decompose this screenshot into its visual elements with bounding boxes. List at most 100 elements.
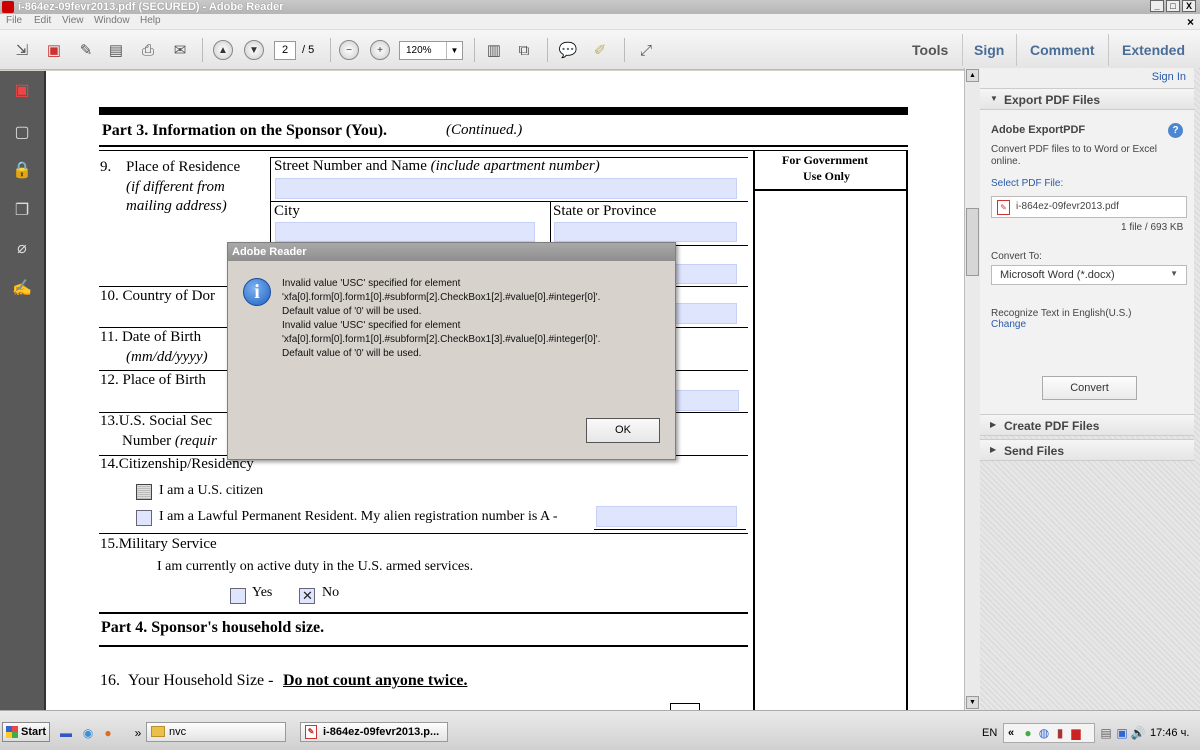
show-desktop-icon[interactable]: ▬ — [58, 725, 74, 741]
us-citizen-label: I am a U.S. citizen — [159, 483, 264, 498]
scroll-up-icon[interactable]: ▲ — [966, 69, 979, 82]
highlight-icon[interactable]: ✐ — [590, 40, 610, 60]
layers-icon[interactable]: ❐ — [11, 199, 33, 221]
tray-app-icon[interactable]: ● — [1020, 725, 1036, 741]
tray-flag-icon[interactable]: ▮ — [1052, 725, 1068, 741]
start-button[interactable]: Start — [2, 722, 50, 742]
windows-logo-icon — [6, 726, 18, 738]
comment-icon[interactable]: 💬 — [558, 40, 578, 60]
selected-file[interactable]: ✎ i-864ez-09fevr2013.pdf — [991, 196, 1187, 218]
fit-width-icon[interactable]: ⧉ — [514, 40, 534, 60]
scroll-down-icon[interactable]: ▼ — [966, 696, 979, 709]
sign-in-link[interactable]: Sign In — [980, 68, 1194, 88]
maximize-button[interactable]: □ — [1166, 0, 1180, 12]
tab-extended[interactable]: Extended — [1122, 42, 1185, 58]
tray-chevron[interactable]: « — [1008, 727, 1014, 739]
minimize-button[interactable]: _ — [1150, 0, 1164, 12]
part3-heading: Part 3. Information on the Sponsor (You)… — [102, 122, 388, 139]
quicklaunch-chevron[interactable]: » — [130, 725, 146, 741]
q13-label: 13.U.S. Social Sec — [100, 413, 213, 429]
send-files-header[interactable]: ▶ Send Files — [980, 439, 1194, 461]
change-language-link[interactable]: Change — [991, 319, 1026, 330]
us-citizen-checkbox[interactable] — [136, 484, 152, 500]
signature-icon[interactable]: ✍ — [11, 277, 33, 299]
save-icon[interactable]: ▤ — [106, 40, 126, 60]
file-count: 1 file / 693 KB — [1121, 222, 1184, 233]
page-number-input[interactable]: 2 — [274, 41, 296, 60]
tray-network-status-icon[interactable]: ▣ — [1114, 725, 1130, 741]
lock-icon[interactable]: 🔒 — [11, 159, 33, 181]
state-input[interactable] — [554, 222, 737, 242]
language-indicator[interactable]: EN — [982, 727, 997, 739]
city-input[interactable] — [275, 222, 535, 242]
edit-icon[interactable]: ✎ — [76, 40, 96, 60]
street-input[interactable] — [275, 178, 737, 199]
tray-device-icon[interactable]: ▤ — [1098, 725, 1114, 741]
menu-edit[interactable]: Edit — [34, 15, 51, 26]
dialog-title[interactable]: Adobe Reader — [228, 243, 675, 261]
menu-help[interactable]: Help — [140, 15, 161, 26]
export-pdf-title: Export PDF Files — [1004, 93, 1101, 107]
create-pdf-header[interactable]: ▶ Create PDF Files — [980, 414, 1194, 436]
previous-page-icon[interactable]: ▲ — [213, 40, 233, 60]
menu-window[interactable]: Window — [94, 15, 130, 26]
tray-network-icon[interactable]: ◍ — [1036, 725, 1052, 741]
military-no-checkbox[interactable] — [299, 588, 315, 604]
q9-sublabel: (if different from — [126, 179, 225, 195]
military-no-label: No — [322, 585, 340, 600]
browser-icon[interactable]: ◉ — [80, 725, 96, 741]
convert-format-select[interactable]: Microsoft Word (*.docx) ▼ — [991, 265, 1187, 285]
menu-file[interactable]: File — [6, 15, 22, 26]
dialog-message-line: Default value of '0' will be used. — [282, 348, 422, 359]
military-yes-checkbox[interactable] — [230, 588, 246, 604]
alien-number-input[interactable] — [596, 506, 737, 527]
zoom-select[interactable]: 120% ▼ — [399, 41, 463, 60]
zoom-out-icon[interactable]: − — [339, 40, 359, 60]
expand-icon[interactable]: ⤢ — [636, 40, 656, 60]
gov-use-rule — [753, 189, 908, 191]
create-pdf-red-icon[interactable]: ▣ — [44, 40, 64, 60]
select-file-label: Select PDF File: — [991, 178, 1064, 189]
tab-tools[interactable]: Tools — [912, 42, 948, 58]
firefox-icon[interactable]: ● — [100, 725, 116, 741]
page-thumbnails-icon[interactable]: ▢ — [11, 121, 33, 143]
ok-button[interactable]: OK — [586, 418, 660, 443]
pdf-icon: ✎ — [305, 725, 317, 739]
export-pdf-header[interactable]: ▼ Export PDF Files — [980, 88, 1194, 110]
clock[interactable]: 17:46 ч. — [1150, 727, 1189, 739]
vertical-scrollbar[interactable]: ▲ ▼ — [964, 68, 980, 710]
attachment-icon[interactable]: ⌀ — [11, 237, 33, 259]
chevron-down-icon: ▼ — [1170, 269, 1178, 278]
taskbar-item-pdf[interactable]: ✎ i-864ez-09fevr2013.p... — [300, 722, 448, 742]
next-page-icon[interactable]: ▼ — [244, 40, 264, 60]
scroll-thumb[interactable] — [966, 208, 979, 276]
toolbar-divider — [474, 38, 475, 62]
zoom-value: 120% — [406, 45, 432, 56]
taskbar-item-folder[interactable]: nvc — [146, 722, 286, 742]
print-icon[interactable]: ⎙ — [138, 40, 158, 60]
volume-icon[interactable]: 🔊 — [1130, 725, 1146, 741]
field-rule — [594, 529, 746, 530]
zoom-in-icon[interactable]: + — [370, 40, 390, 60]
window-controls: _ □ X — [1150, 0, 1196, 12]
tray-security-icon[interactable]: ▆ — [1068, 725, 1084, 741]
dialog-message-line: 'xfa[0].form[0].form1[0].#subform[2].Che… — [282, 292, 601, 303]
gov-use-label: Use Only — [803, 169, 851, 183]
pdf-page-icon[interactable]: ▣ — [11, 79, 33, 101]
section-rule — [99, 145, 908, 147]
close-window-button[interactable]: X — [1182, 0, 1196, 12]
household-size-box[interactable] — [670, 703, 700, 710]
close-document-icon[interactable]: × — [1187, 15, 1194, 29]
menu-view[interactable]: View — [62, 15, 84, 26]
part3-continued: (Continued.) — [446, 122, 523, 138]
convert-button[interactable]: Convert — [1042, 376, 1137, 400]
email-icon[interactable]: ✉ — [170, 40, 190, 60]
government-use-column — [753, 151, 908, 710]
create-pdf-icon[interactable]: ⇲ — [12, 40, 32, 60]
permanent-resident-label: I am a Lawful Permanent Resident. My ali… — [159, 509, 558, 524]
tab-comment[interactable]: Comment — [1030, 42, 1095, 58]
permanent-resident-checkbox[interactable] — [136, 510, 152, 526]
tab-sign[interactable]: Sign — [974, 42, 1004, 58]
help-icon[interactable]: ? — [1168, 123, 1183, 138]
fit-page-icon[interactable]: ▥ — [484, 40, 504, 60]
